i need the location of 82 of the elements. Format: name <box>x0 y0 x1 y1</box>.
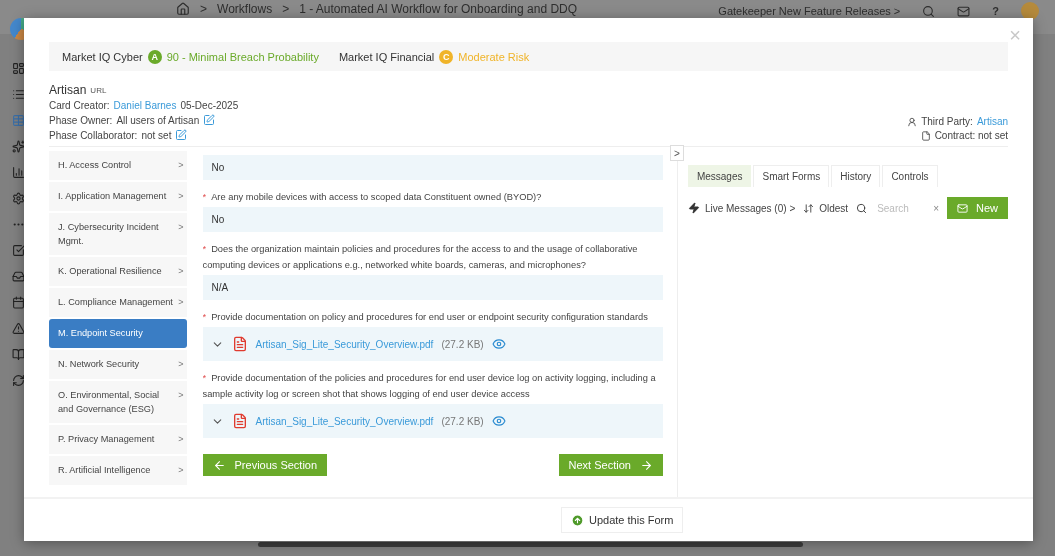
eye-icon[interactable] <box>491 337 506 351</box>
section-item[interactable]: I. Application Management > <box>49 182 187 211</box>
clear-button[interactable]: × <box>933 202 939 214</box>
answer-field[interactable]: N/A <box>202 275 663 300</box>
contract-text: Contract: not set <box>934 130 1008 141</box>
sparkle-icon[interactable] <box>12 140 25 153</box>
sort-button[interactable]: Oldest <box>803 202 849 214</box>
edit-icon[interactable] <box>175 129 188 141</box>
search-icon[interactable] <box>922 4 936 18</box>
breadcrumb-link[interactable]: Workflows <box>217 2 273 16</box>
section-item[interactable]: O. Environmental, Social and Governance (ESG) > <box>49 381 187 423</box>
creator-label: Card Creator: <box>49 100 110 111</box>
question-text: * Provide documentation on policy and procedures for end user or endpoint security configuration standards <box>202 311 649 324</box>
list-icon[interactable] <box>12 88 25 101</box>
upload-icon <box>571 513 584 527</box>
lightning-icon <box>687 202 700 214</box>
releases-link[interactable]: Gatekeeper New Feature Releases > <box>718 4 901 18</box>
inbox-icon[interactable] <box>12 270 25 283</box>
file-size: (27.2 KB) <box>441 415 484 427</box>
breadcrumb-current: 1 - Automated AI Workflow for Onboarding and DDQ <box>299 2 578 16</box>
question-text: * Does the organization maintain policies and procedures for the access to and the usage of collaborative computing devices or applications e.g., networked white boards, cameras, and microphones? <box>202 243 639 272</box>
question-text: * Provide documentation of the policies and procedures for end user device log on activity logging, including a sample activity log or screen shot that shows logging of end user device access <box>202 372 657 401</box>
section-item[interactable]: K. Operational Resilience > <box>49 257 187 286</box>
created-date: 05-Dec-2025 <box>180 100 239 111</box>
owner-value: All users of Artisan <box>116 114 200 126</box>
scroll-bar[interactable] <box>258 542 803 547</box>
panel-tab[interactable]: History <box>831 165 881 187</box>
section-item[interactable]: H. Access Control > <box>49 151 187 180</box>
panel-tab[interactable]: Messages <box>687 165 752 187</box>
table-icon[interactable] <box>12 114 25 127</box>
calendar-icon[interactable] <box>12 296 25 309</box>
owner-label: Phase Owner: <box>49 114 113 126</box>
question-text: * Are any mobile devices with access to scoped data Constituent owned (BYOD)? <box>202 191 543 204</box>
score-label: Market IQ Cyber <box>62 50 143 63</box>
document-icon <box>920 130 931 141</box>
panel-toggle[interactable]: > <box>669 145 684 161</box>
refresh-icon[interactable] <box>12 374 25 387</box>
card-title: Artisan <box>49 83 87 97</box>
answer-field[interactable]: No <box>202 155 663 180</box>
grade-badge: A <box>147 49 162 64</box>
mail-icon[interactable] <box>957 4 971 18</box>
eye-icon[interactable] <box>491 414 506 428</box>
search-icon <box>856 202 868 214</box>
home-icon[interactable] <box>176 2 190 16</box>
arrow-left-icon <box>212 458 226 472</box>
section-item[interactable]: R. Artificial Intelligence > <box>49 456 187 485</box>
warning-icon[interactable] <box>12 322 25 335</box>
collaborator-value: not set <box>141 129 172 141</box>
url-tag: URL <box>90 85 107 95</box>
section-item[interactable]: J. Cybersecurity Incident Mgmt. > <box>49 213 187 255</box>
envelope-icon <box>956 202 968 214</box>
score-text: Moderate Risk <box>458 50 530 63</box>
section-item[interactable]: P. Privacy Management > <box>49 425 187 454</box>
score-text: 90 - Minimal Breach Probability <box>166 50 319 63</box>
checkbox-icon[interactable] <box>12 244 25 257</box>
section-item[interactable]: N. Network Security > <box>49 350 187 379</box>
edit-icon[interactable] <box>203 114 216 126</box>
live-messages-button[interactable]: Live Messages (0) > <box>687 202 796 214</box>
panel-tab[interactable]: Smart Forms <box>753 165 830 187</box>
answer-field[interactable]: No <box>202 207 663 232</box>
book-icon[interactable] <box>12 348 25 361</box>
arrow-right-icon <box>639 458 653 472</box>
help-icon[interactable]: ? <box>992 4 999 18</box>
breadcrumb-link[interactable]: > <box>200 2 207 16</box>
pdf-icon <box>231 413 248 429</box>
grade-badge: C <box>439 49 454 64</box>
file-size: (27.2 KB) <box>441 338 484 350</box>
score-label: Market IQ Financial <box>338 50 435 63</box>
breadcrumb-separator: > <box>282 2 290 16</box>
section-item[interactable]: L. Compliance Management > <box>49 288 187 317</box>
user-avatar[interactable] <box>1021 2 1039 20</box>
panel-tab[interactable]: Controls <box>882 165 938 187</box>
settings-icon[interactable] <box>12 192 25 205</box>
section-item[interactable]: M. Endpoint Security <box>49 319 187 348</box>
update-form-button[interactable]: Update this Form <box>561 507 684 533</box>
collaborator-label: Phase Collaborator: <box>49 129 138 141</box>
dashboard-icon[interactable] <box>12 62 25 75</box>
third-party-label: Third Party: <box>921 116 973 127</box>
user-icon <box>907 116 918 127</box>
chart-icon[interactable] <box>12 166 25 179</box>
sort-icon <box>803 202 815 214</box>
pdf-icon <box>231 336 248 352</box>
